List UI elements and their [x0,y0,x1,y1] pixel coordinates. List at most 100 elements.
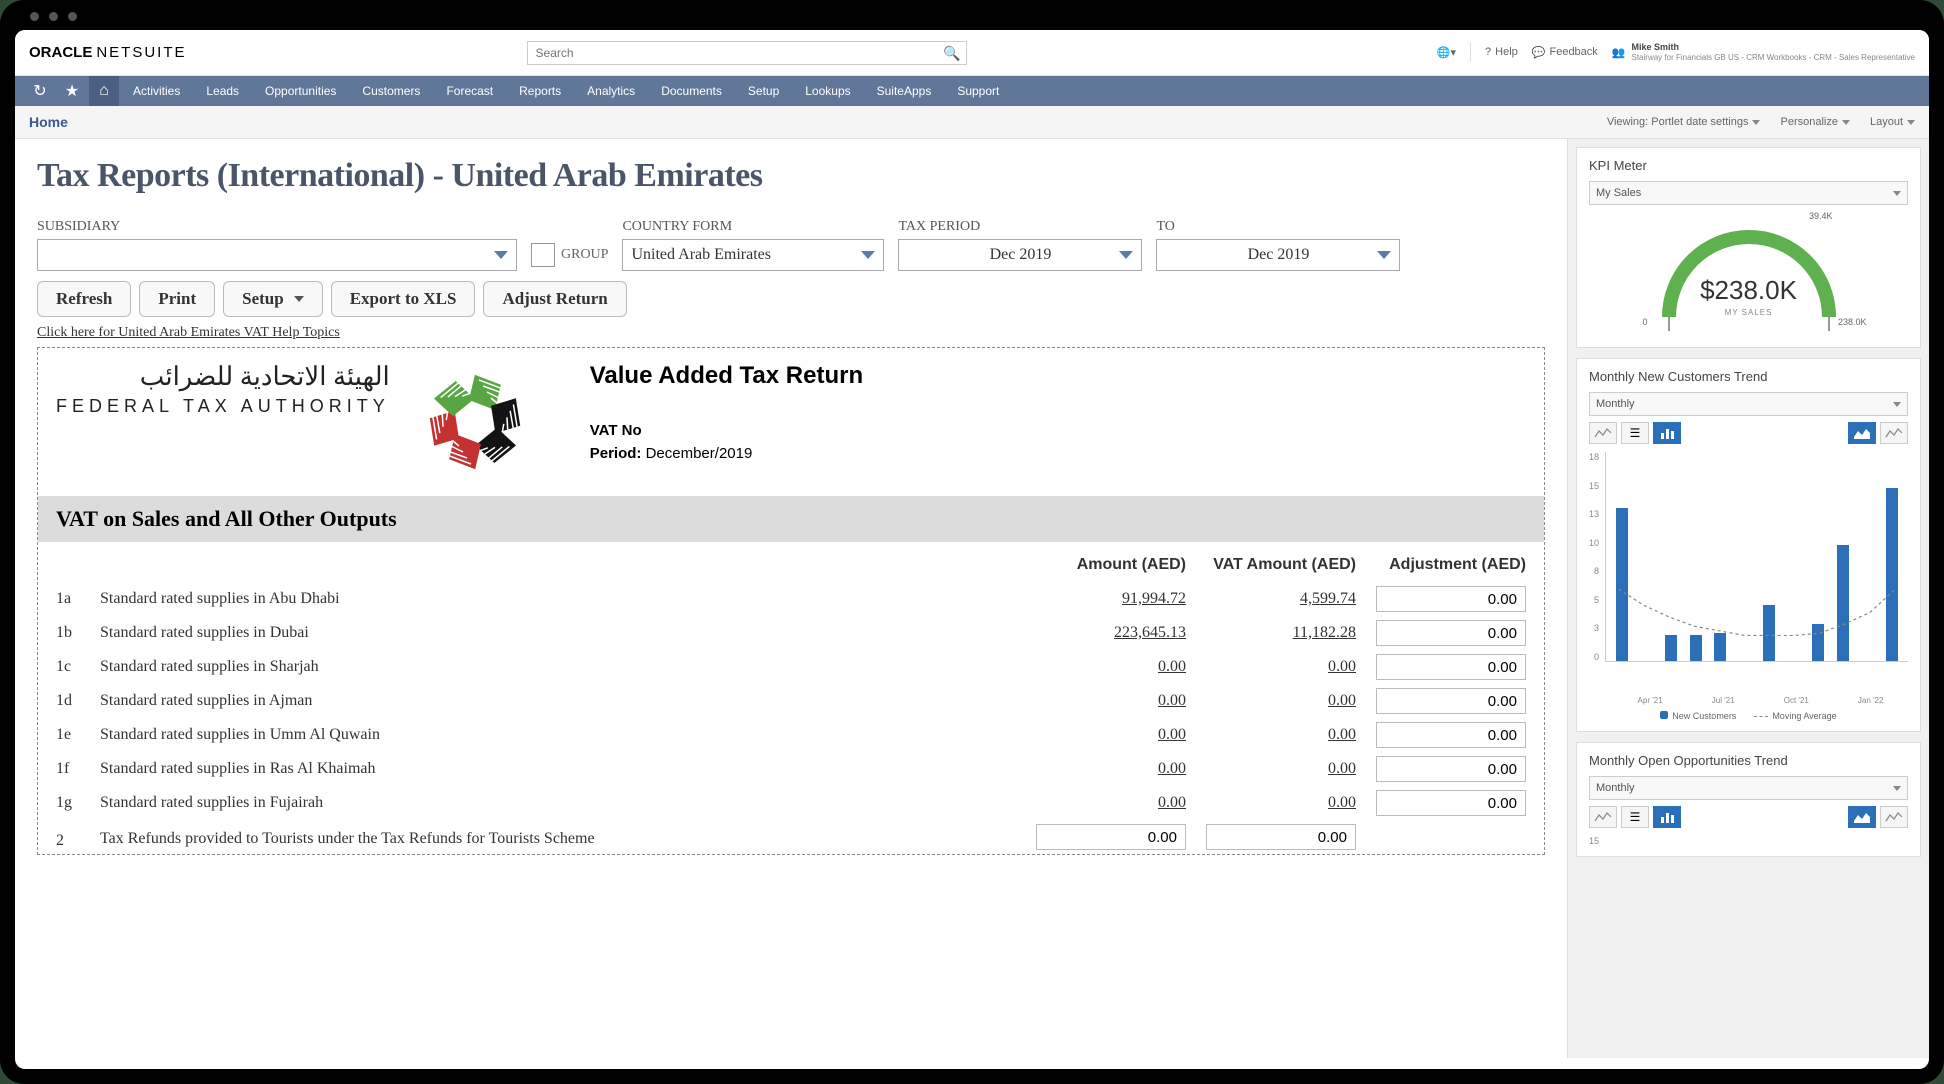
line-chart-icon[interactable] [1589,422,1617,444]
nav-documents[interactable]: Documents [649,76,734,106]
vat-row: 1g Standard rated supplies in Fujairah 0… [50,786,1532,820]
chart-bar[interactable] [1714,633,1726,661]
help-link[interactable]: ?Help [1485,46,1518,58]
country-form-label: COUNTRY FORM [622,219,884,235]
nav-lookups[interactable]: Lookups [793,76,862,106]
line-chart-alt-icon[interactable] [1880,806,1908,828]
chart-bar[interactable] [1616,508,1628,661]
nav-forecast[interactable]: Forecast [434,76,505,106]
kpi-select[interactable]: My Sales [1589,181,1908,205]
bar-chart-icon[interactable] [1653,806,1681,828]
sub-header: Home Viewing: Portlet date settings Pers… [15,106,1929,139]
to-select[interactable]: Dec 2019 [1156,239,1400,271]
vat-row: 1d Standard rated supplies in Ajman 0.00… [50,684,1532,718]
vat-header: VAT Amount (AED) [1192,548,1362,582]
chevron-down-icon [1893,786,1901,791]
chart-bar[interactable] [1886,488,1898,661]
vat-row: 1e Standard rated supplies in Umm Al Quw… [50,718,1532,752]
adjustment-input[interactable] [1376,790,1526,816]
personalize-link[interactable]: Personalize [1780,116,1849,128]
chart-bar[interactable] [1690,635,1702,661]
chart-bar[interactable] [1837,545,1849,661]
trend2-title: Monthly Open Opportunities Trend [1589,753,1908,768]
adjustment-input[interactable] [1376,620,1526,646]
fta-english-name: FEDERAL TAX AUTHORITY [56,396,390,417]
refresh-button[interactable]: Refresh [37,281,131,317]
export-xls-button[interactable]: Export to XLS [331,281,476,317]
vat-row: 1a Standard rated supplies in Abu Dhabi … [50,582,1532,616]
nav-analytics[interactable]: Analytics [575,76,647,106]
viewing-selector[interactable]: Viewing: Portlet date settings [1607,116,1761,128]
globe-icon[interactable]: 🌐▾ [1437,46,1456,59]
chevron-down-icon [494,251,508,259]
vat-input[interactable] [1206,824,1356,850]
open-opportunities-trend-portlet: Monthly Open Opportunities Trend Monthly… [1576,742,1921,857]
area-chart-icon[interactable] [1848,422,1876,444]
kpi-max: 238.0K [1838,317,1867,327]
trend1-select[interactable]: Monthly [1589,392,1908,416]
adjustment-input[interactable] [1376,722,1526,748]
fta-arabic-name: الهيئة الاتحادية للضرائب [56,362,390,392]
favorites-icon[interactable]: ★ [57,76,87,106]
adjustment-input[interactable] [1376,688,1526,714]
vat-return-report: الهيئة الاتحادية للضرائب FEDERAL TAX AUT… [37,347,1545,855]
vat-row: 1c Standard rated supplies in Sharjah 0.… [50,650,1532,684]
amount-input[interactable] [1036,824,1186,850]
nav-opportunities[interactable]: Opportunities [253,76,348,106]
vat-return-title: Value Added Tax Return [590,362,863,390]
to-label: TO [1156,219,1400,235]
chevron-down-icon [294,296,304,302]
chart-bar[interactable] [1665,635,1677,661]
user-menu[interactable]: 👥 Mike Smith Stairway for Financials GB … [1612,42,1915,62]
nav-customers[interactable]: Customers [350,76,432,106]
home-icon[interactable]: ⌂ [89,76,119,106]
subsidiary-select[interactable] [37,239,517,271]
adjustment-input[interactable] [1376,654,1526,680]
setup-button[interactable]: Setup [223,281,323,317]
chat-icon: 💬 [1532,46,1546,59]
search-input[interactable] [527,41,967,65]
area-chart-icon[interactable] [1848,806,1876,828]
line-chart-alt-icon[interactable] [1880,422,1908,444]
nav-support[interactable]: Support [945,76,1011,106]
bar-chart-icon[interactable] [1653,422,1681,444]
print-button[interactable]: Print [139,281,215,317]
nav-activities[interactable]: Activities [121,76,192,106]
vat-section-header: VAT on Sales and All Other Outputs [38,496,1544,542]
nav-suiteapps[interactable]: SuiteApps [865,76,944,106]
trend2-select[interactable]: Monthly [1589,776,1908,800]
group-checkbox[interactable] [531,243,555,267]
kpi-value: $238.0K [1649,275,1849,306]
nav-reports[interactable]: Reports [507,76,573,106]
chart-bar[interactable] [1812,624,1824,661]
adjustment-input[interactable] [1376,586,1526,612]
search-icon[interactable]: 🔍 [943,45,960,62]
layout-link[interactable]: Layout [1870,116,1915,128]
list-icon[interactable]: ☰ [1621,422,1649,444]
adj-header: Adjustment (AED) [1362,548,1532,582]
vat-help-link[interactable]: Click here for United Arab Emirates VAT … [37,325,340,340]
vat-row: 1f Standard rated supplies in Ras Al Kha… [50,752,1532,786]
chevron-down-icon [861,251,875,259]
tax-period-select[interactable]: Dec 2019 [898,239,1142,271]
kpi-title: KPI Meter [1589,158,1908,173]
chevron-down-icon [1893,402,1901,407]
nav-setup[interactable]: Setup [736,76,791,106]
breadcrumb[interactable]: Home [29,114,68,130]
adjust-return-button[interactable]: Adjust Return [483,281,626,317]
adjustment-input[interactable] [1376,756,1526,782]
line-chart-icon[interactable] [1589,806,1617,828]
history-icon[interactable]: ↻ [25,76,55,106]
list-icon[interactable]: ☰ [1621,806,1649,828]
new-customers-trend-portlet: Monthly New Customers Trend Monthly ☰ 18… [1576,358,1921,732]
group-label: GROUP [561,247,608,263]
country-form-select[interactable]: United Arab Emirates [622,239,884,271]
period-label: Period: [590,445,642,462]
main-nav: ↻ ★ ⌂ ActivitiesLeadsOpportunitiesCustom… [15,76,1929,106]
kpi-label: MY SALES [1649,308,1849,317]
help-icon: ? [1485,46,1491,58]
tax-period-label: TAX PERIOD [898,219,1142,235]
feedback-link[interactable]: 💬Feedback [1532,46,1598,59]
chart-bar[interactable] [1763,605,1775,661]
nav-leads[interactable]: Leads [194,76,251,106]
